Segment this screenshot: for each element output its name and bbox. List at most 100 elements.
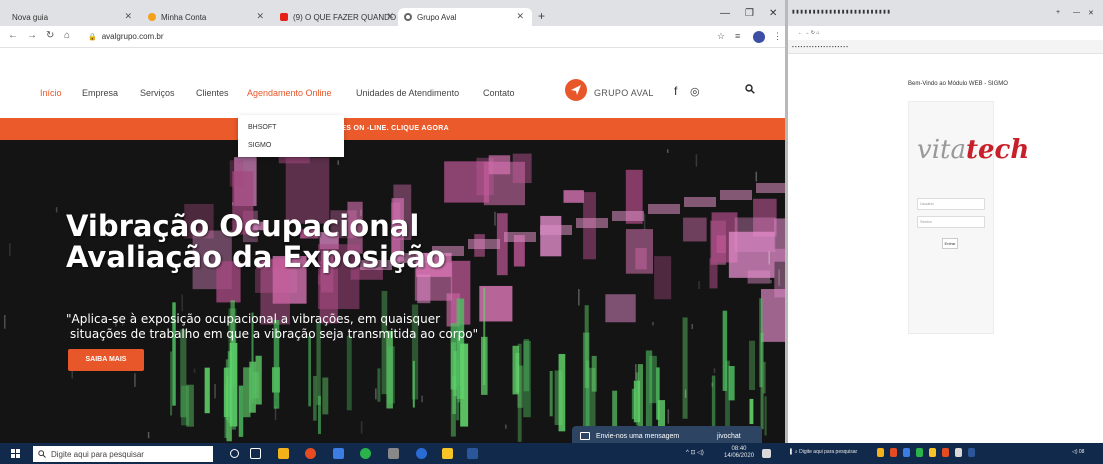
nav-empresa[interactable]: Empresa [82,88,118,98]
announcement-banner[interactable]: ...LTORES ON -LINE. CLIQUE AGORA [0,118,785,140]
right-address-bar[interactable]: ← → ↻ ⌂ [788,26,1103,40]
close-tab-icon[interactable]: ✕ [124,11,132,22]
home-icon[interactable]: ⌂ [64,30,70,41]
desktop: Nova guia ✕ Minha Conta ✕ (9) O QUE FAZE… [0,0,1103,464]
hero-title-line2: Avaliação da Exposição [66,240,446,274]
taskbar-search[interactable]: Digite aqui para pesquisar [33,446,213,462]
hero-quote-line1: "Aplica-se à exposição ocupacional a vib… [66,312,441,326]
taskbar-app-icon-1[interactable] [877,448,884,457]
vitatech-logo: vitatech [917,135,1029,165]
youtube-favicon-icon [280,13,288,21]
file-explorer-icon[interactable] [278,448,289,459]
second-search-text: Digite aqui para pesquisar [799,449,858,455]
close-tab-icon[interactable]: ✕ [256,11,264,22]
logo-text[interactable]: GRUPO AVAL [594,88,654,98]
taskbar-app-icon-2[interactable] [890,448,897,457]
profile-avatar[interactable] [753,31,765,43]
dropdown-item-sigmo[interactable]: SIGMO [248,142,271,149]
nav-servicos[interactable]: Serviços [140,88,175,98]
right-tray-clock[interactable]: ◁) 08 [1072,449,1084,455]
bookmark-star-icon[interactable]: ☆ [717,31,725,42]
second-search[interactable]: ▌ ⌕ Digite aqui para pesquisar [790,449,857,455]
cortana-icon[interactable] [230,449,239,458]
message-icon [580,432,590,440]
nav-inicio[interactable]: Início [40,88,62,98]
clock-date: 14/06/2020 [724,453,755,459]
right-tabs-strip[interactable]: ▮ ▮ ▮ ▮ ▮ ▮ ▮ ▮ ▮ ▮ ▮ ▮ ▮ ▮ ▮ ▮ ▮ ▮ ▮ ▮ … [792,9,890,15]
tab-nova-guia[interactable]: Nova guia ✕ [6,8,140,26]
search-icon [38,450,46,458]
right-minimize-icon[interactable]: — [1073,9,1080,16]
login-card: vitatech Usuário Senha Entrar [908,101,1029,334]
tab-title: Grupo Aval [417,12,457,22]
taskbar-app-icon-8[interactable] [968,448,975,457]
clock-time: 08:40 [731,446,747,452]
saiba-mais-button[interactable]: SAIBA MAIS [68,349,144,371]
calculator-icon[interactable] [388,448,399,459]
store-icon[interactable] [333,448,344,459]
instagram-icon[interactable]: ◎ [690,85,700,98]
right-nav-icons[interactable]: ← → ↻ ⌂ [798,30,819,36]
bookmarks-items[interactable]: ▪ ▪ ▪ ▪ ▪ ▪ ▪ ▪ ▪ ▪ ▪ ▪ ▪ ▪ ▪ ▪ ▪ ▪ ▪ ▪ [792,44,848,49]
right-close-icon[interactable]: ✕ [1088,9,1094,17]
restore-icon[interactable]: ❐ [745,8,754,19]
taskbar-app-icon-4[interactable] [916,448,923,457]
nav-unidades[interactable]: Unidades de Atendimento [356,88,459,98]
logo-part1: vita [917,135,966,165]
taskbar-app-icon-5[interactable] [929,448,936,457]
taskbar-app-icon-3[interactable] [903,448,910,457]
tab-title: Nova guia [12,12,49,22]
notifications-icon[interactable] [762,449,771,458]
taskbar-app-icon-6[interactable] [942,448,949,457]
folder-icon[interactable] [442,448,453,459]
taskbar: Digite aqui para pesquisar ^ ⊡ ◁) 08:40 … [0,443,1103,464]
left-browser-window: Nova guia ✕ Minha Conta ✕ (9) O QUE FAZE… [0,0,785,443]
taskbar-search-placeholder: Digite aqui para pesquisar [51,450,144,459]
clock[interactable]: 08:40 14/06/2020 [724,446,754,460]
minimize-icon[interactable]: — [720,8,730,19]
close-tab-icon[interactable]: ✕ [386,11,394,22]
tab-grupo-aval[interactable]: Grupo Aval ✕ [398,8,532,26]
hero-title: Vibração Ocupacional Avaliação da Exposi… [66,211,446,273]
taskbar-app-icon-7[interactable] [955,448,962,457]
new-tab-icon[interactable]: + [538,9,545,23]
windows-start-icon[interactable] [11,449,21,459]
close-tab-icon[interactable]: ✕ [516,11,524,22]
reload-icon[interactable]: ↻ [46,30,54,41]
bookmarks-bar: ▪ ▪ ▪ ▪ ▪ ▪ ▪ ▪ ▪ ▪ ▪ ▪ ▪ ▪ ▪ ▪ ▪ ▪ ▪ ▪ [788,40,1103,54]
whatsapp-icon[interactable] [360,448,371,459]
extensions-icon[interactable]: ≡ [735,31,740,41]
word-icon[interactable] [467,448,478,459]
tab-youtube[interactable]: (9) O QUE FAZER QUANDO ✕ [274,8,398,26]
nav-contato[interactable]: Contato [483,88,515,98]
close-window-icon[interactable]: ✕ [769,8,777,19]
hero-title-line1: Vibração Ocupacional [66,209,420,243]
url-field[interactable]: 🔒 avalgrupo.com.br [88,32,164,41]
facebook-icon[interactable]: f [674,84,677,98]
dropdown-item-bhsoft[interactable]: BHSOFT [248,124,276,131]
hero-quote: "Aplica-se à exposição ocupacional a vib… [66,312,478,342]
login-button[interactable]: Entrar [942,238,958,249]
nav-agendamento-online[interactable]: Agendamento Online [247,88,332,98]
chat-brand: jivochat [717,433,741,440]
nav-clientes[interactable]: Clientes [196,88,229,98]
logo-part2: tech [965,135,1030,165]
username-field[interactable]: Usuário [917,198,985,210]
chrome-icon[interactable] [305,448,316,459]
search-icon[interactable] [745,84,755,94]
forward-icon[interactable]: → [27,30,37,41]
tab-bar: Nova guia ✕ Minha Conta ✕ (9) O QUE FAZE… [0,0,785,26]
system-tray-icons[interactable]: ^ ⊡ ◁) [686,449,704,456]
menu-icon[interactable]: ⋮ [773,31,782,42]
back-icon[interactable]: ← [8,30,18,41]
ie-icon[interactable] [416,448,427,459]
sigmo-login-page: Bem-Vindo ao Módulo WEB - SIGMO vitatech… [788,54,1103,443]
welcome-title: Bem-Vindo ao Módulo WEB - SIGMO [908,81,1008,87]
task-view-icon[interactable] [250,448,261,459]
agendamento-dropdown: BHSOFT SIGMO [238,115,344,157]
tab-minha-conta[interactable]: Minha Conta ✕ [142,8,272,26]
password-field[interactable]: Senha [917,216,985,228]
right-new-tab-icon[interactable]: + [1056,9,1060,16]
account-favicon-icon [148,13,156,21]
grupo-aval-logo-icon[interactable] [565,79,587,101]
